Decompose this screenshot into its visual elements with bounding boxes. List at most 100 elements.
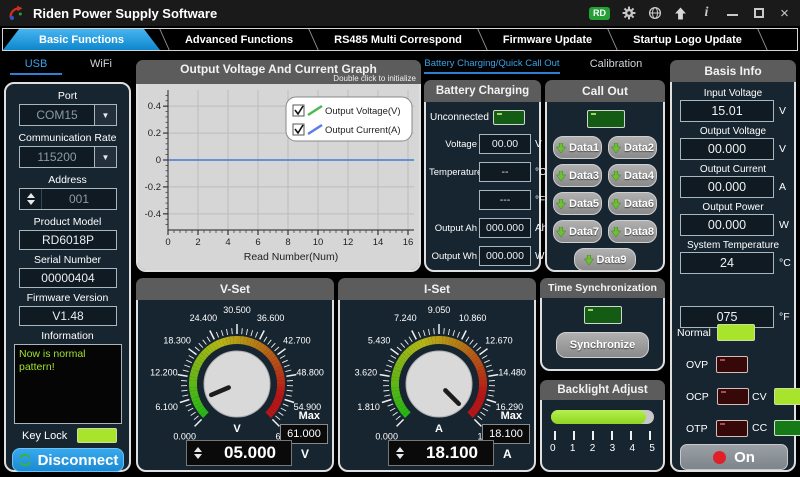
iset-unit: A — [503, 447, 512, 461]
call-out-data8-button[interactable]: Data8 — [608, 220, 657, 243]
iset-panel: I-Set 0.000 1.810 3.620 5.430 7.240 9.050 10.8… — [338, 278, 536, 472]
svg-text:0: 0 — [156, 155, 161, 166]
call-out-data3-button[interactable]: Data3 — [553, 164, 602, 187]
ocp-label: OCP — [686, 390, 709, 403]
basis-info-panel: Basis Info Input Voltage 15.01 V Output Vol… — [670, 60, 800, 472]
graph-subtitle: Double click to initialize — [333, 74, 416, 83]
battery-row-label: Voltage — [445, 138, 477, 150]
graph-plot-area[interactable]: 0 2 4 6 8 10 12 14 16 0.4 0.2 0 -0.2 -0.4 Read Number(… — [138, 84, 419, 270]
backlight-tick — [649, 431, 651, 440]
call-out-data6-button[interactable]: Data6 — [608, 192, 657, 215]
cc-label: CC — [752, 422, 768, 434]
backlight-title: Backlight Adjust — [540, 380, 665, 400]
disconnect-label: Disconnect — [37, 451, 119, 469]
address-value: 001 — [68, 192, 90, 206]
basis-info-title: Basis Info — [670, 60, 796, 82]
backlight-tick — [592, 431, 594, 440]
stepper-arrows-icon[interactable] — [389, 441, 411, 465]
vset-stepper[interactable]: 05.000 — [186, 440, 292, 466]
basis-field-label: Output Current — [699, 164, 767, 175]
tab-wifi[interactable]: WiFi — [78, 58, 124, 70]
chevron-down-icon[interactable]: ▼ — [94, 147, 116, 167]
tab-startup-logo-update[interactable]: Startup Logo Update — [617, 29, 758, 50]
backlight-tick — [630, 431, 632, 440]
disconnect-button[interactable]: Disconnect — [12, 448, 124, 472]
battery-status-row: Unconnected — [430, 110, 525, 125]
tab-advanced-functions[interactable]: Advanced Functions — [169, 29, 309, 50]
serial-label: Serial Number — [33, 254, 102, 266]
backlight-slider-fill — [551, 410, 646, 424]
battery-row-value: -- — [479, 162, 531, 182]
ovp-indicator — [716, 356, 749, 373]
synchronize-button[interactable]: Synchronize — [556, 332, 649, 358]
chevron-down-icon[interactable]: ▼ — [94, 105, 116, 125]
tab-rs485-multi-correspond[interactable]: RS485 Multi Correspond — [318, 29, 478, 50]
update-upload-icon[interactable] — [673, 6, 688, 21]
gauge-tick-label: 7.240 — [394, 313, 417, 323]
tab-basic-functions[interactable]: Basic Functions — [3, 29, 160, 50]
call-out-data2-button[interactable]: Data2 — [608, 136, 657, 159]
tab-battery-quick-call-out[interactable]: Battery Charging/Quick Call Out — [424, 58, 560, 74]
rate-select[interactable]: 115200 ▼ — [19, 146, 117, 168]
cv-indicator — [773, 388, 800, 405]
iset-stepper[interactable]: 18.100 — [388, 440, 494, 466]
tab-calibration[interactable]: Calibration — [572, 58, 660, 70]
chart-svg: 0 2 4 6 8 10 12 14 16 0.4 0.2 0 -0.2 -0.4 Read Number(… — [145, 90, 414, 263]
gauge-tick-label: 3.620 — [355, 367, 378, 377]
backlight-tick — [554, 431, 556, 440]
cc-status-row: CC — [752, 420, 800, 436]
on-label: On — [734, 448, 755, 466]
basis-field-value: 00.000 — [680, 176, 774, 198]
settings-gear-icon[interactable] — [621, 6, 636, 21]
info-icon[interactable]: i — [699, 5, 714, 21]
basis-field-label: System Temperature — [686, 240, 780, 251]
tab-usb[interactable]: USB — [10, 58, 62, 75]
stepper-arrows-icon[interactable] — [20, 189, 42, 209]
port-value: COM15 — [36, 108, 78, 122]
minimize-button[interactable] — [725, 6, 740, 21]
information-label: Information — [41, 330, 94, 342]
iset-title: I-Set — [338, 278, 536, 300]
tab-firmware-update[interactable]: Firmware Update — [487, 29, 608, 50]
keylock-indicator — [77, 428, 118, 443]
basis-field-label: Input Voltage — [703, 88, 763, 99]
ovp-label: OVP — [686, 358, 709, 371]
basis-field-unit: A — [779, 181, 787, 193]
ocp-status-row: OCP — [686, 388, 749, 405]
battery-row-label: Output Wh — [431, 250, 477, 262]
battery-title: Battery Charging — [424, 80, 541, 102]
svg-text:10: 10 — [313, 237, 324, 248]
backlight-numbers: 0 1 2 3 4 5 — [550, 443, 655, 454]
language-globe-icon[interactable] — [647, 6, 662, 21]
battery-row-label: Output Ah — [434, 222, 477, 234]
normal-status-row: Normal — [677, 324, 755, 341]
rate-label: Communication Rate — [18, 132, 117, 144]
gauge-tick-label: 5.430 — [368, 336, 391, 346]
information-box: Now is normal pattern! — [14, 344, 122, 424]
power-state-dot-icon — [713, 450, 727, 464]
backlight-number: 0 — [550, 443, 556, 454]
svg-text:2: 2 — [195, 237, 200, 248]
port-select[interactable]: COM15 ▼ — [19, 104, 117, 126]
gauge-tick-label: 10.860 — [459, 313, 487, 323]
power-on-button[interactable]: On — [680, 444, 788, 470]
call-out-indicator — [587, 110, 625, 128]
address-stepper[interactable]: 001 — [19, 188, 117, 210]
call-out-data9-button[interactable]: Data9 — [574, 248, 636, 271]
stepper-arrows-icon[interactable] — [187, 441, 209, 465]
cc-indicator — [774, 420, 800, 436]
firmware-value: V1.48 — [19, 306, 117, 326]
call-out-buttons: Data1 Data2 Data3 Data4 Data5 Data6 Data7 Data8… — [553, 136, 657, 271]
maximize-button[interactable] — [751, 6, 766, 21]
call-out-data1-button[interactable]: Data1 — [553, 136, 602, 159]
call-out-data4-button[interactable]: Data4 — [608, 164, 657, 187]
call-out-data7-button[interactable]: Data7 — [553, 220, 602, 243]
model-label: Product Model — [33, 216, 102, 228]
close-button[interactable]: × — [777, 6, 792, 21]
call-out-title: Call Out — [545, 80, 665, 102]
svg-text:-0.4: -0.4 — [145, 209, 161, 220]
call-out-data5-button[interactable]: Data5 — [553, 192, 602, 215]
tab-separator — [757, 29, 768, 50]
backlight-slider[interactable] — [551, 410, 654, 424]
basis-field-unit: V — [779, 105, 787, 117]
